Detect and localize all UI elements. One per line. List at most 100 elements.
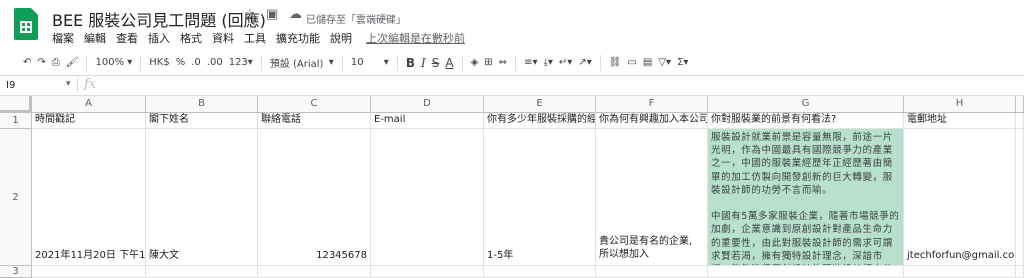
- italic-icon[interactable]: I: [418, 53, 429, 73]
- horizontal-align-icon[interactable]: ≡▾: [521, 53, 540, 73]
- text-rotation-icon[interactable]: ↗▾: [575, 53, 594, 73]
- name-box[interactable]: I9: [6, 80, 66, 91]
- empty-cell[interactable]: [371, 266, 484, 278]
- menu-file[interactable]: 檔案: [52, 30, 74, 46]
- menu-insert[interactable]: 插入: [148, 30, 170, 46]
- font-size-select[interactable]: 10 ▾: [348, 53, 392, 73]
- spreadsheet-grid: A B C D E F G H 1 時間戳記 閣下姓名 聯絡電話 E-mail …: [0, 96, 1024, 278]
- menu-help[interactable]: 說明: [330, 30, 352, 46]
- fill-color-icon[interactable]: ◈: [468, 53, 482, 73]
- column-header-d[interactable]: D: [371, 96, 484, 113]
- move-to-folder-icon[interactable]: ▣: [266, 7, 278, 22]
- cell-contact-email[interactable]: jtechforfun@gmail.com: [904, 129, 1016, 266]
- row-header-2[interactable]: 2: [0, 129, 32, 266]
- column-header-a[interactable]: A: [32, 96, 146, 113]
- more-formats-button[interactable]: 123 ▾: [226, 53, 256, 73]
- text-wrap-icon[interactable]: ↵▾: [556, 53, 575, 73]
- undo-icon[interactable]: ↶: [20, 53, 34, 73]
- merge-cells-icon[interactable]: ⇔: [496, 53, 510, 73]
- menu-extensions[interactable]: 擴充功能: [276, 30, 320, 46]
- text-color-icon[interactable]: A: [442, 53, 456, 73]
- empty-cell[interactable]: [32, 266, 146, 278]
- strikethrough-icon[interactable]: S: [429, 53, 443, 73]
- header-cell-reason[interactable]: 你為何有興趣加入本公司: [596, 113, 708, 129]
- empty-cell[interactable]: [708, 266, 904, 278]
- header-cell-experience[interactable]: 你有多少年服裝採購的經驗: [484, 113, 596, 129]
- column-header-i[interactable]: [1016, 96, 1024, 113]
- vertical-align-icon[interactable]: ⤓▾: [540, 53, 555, 73]
- column-header-h[interactable]: H: [904, 96, 1016, 113]
- header-cell-email[interactable]: E-mail: [371, 113, 484, 129]
- row-header-3[interactable]: 3: [0, 266, 32, 278]
- empty-cell[interactable]: [1016, 113, 1024, 129]
- zoom-value: 100%: [95, 57, 125, 68]
- header-cell-outlook[interactable]: 你對服裝業的前景有何看法?: [708, 113, 904, 129]
- insert-comment-icon[interactable]: ▭: [624, 53, 639, 73]
- column-header-f[interactable]: F: [596, 96, 708, 113]
- empty-cell[interactable]: [596, 266, 708, 278]
- column-header-b[interactable]: B: [146, 96, 258, 113]
- formula-divider: [77, 78, 78, 92]
- percent-format-button[interactable]: %: [173, 53, 189, 73]
- redo-icon[interactable]: ↷: [34, 53, 48, 73]
- borders-icon[interactable]: ⊞: [481, 53, 495, 73]
- menu-edit[interactable]: 編輯: [84, 30, 106, 46]
- empty-cell[interactable]: [1016, 266, 1024, 278]
- cell-experience[interactable]: 1-5年: [484, 129, 596, 266]
- toolbar: ↶ ↷ ⎙ 🖌︎ 100% ▾ HK$ % .0 .00 123 ▾ 預設 (Ar…: [0, 50, 1024, 76]
- title-bar: BEE 服裝公司見工問題 (回應) ☆ ▣ ☁ 已儲存至「雲端硬碟」 檔案 編輯…: [0, 0, 1024, 50]
- cell-timestamp-value: 2021年11月20日 下午11:: [35, 250, 146, 261]
- insert-chart-icon[interactable]: ▤: [640, 53, 655, 73]
- menu-view[interactable]: 查看: [116, 30, 138, 46]
- functions-icon[interactable]: Σ▾: [674, 53, 691, 73]
- empty-cell[interactable]: [904, 266, 1016, 278]
- print-icon[interactable]: ⎙: [49, 53, 63, 73]
- insert-link-icon[interactable]: ⛓: [606, 53, 625, 73]
- decrease-decimal-button[interactable]: .0: [188, 53, 204, 73]
- column-header-c[interactable]: C: [258, 96, 371, 113]
- row-header-1[interactable]: 1: [0, 113, 32, 129]
- bold-icon[interactable]: B: [403, 53, 418, 73]
- formula-bar: I9 ▾ fx: [0, 76, 1024, 96]
- empty-cell[interactable]: [258, 266, 371, 278]
- header-cell-timestamp[interactable]: 時間戳記: [32, 113, 146, 129]
- increase-decimal-button[interactable]: .00: [204, 53, 226, 73]
- cell-name-value: 陳大文: [149, 250, 179, 261]
- cell-name[interactable]: 陳大文: [146, 129, 258, 266]
- saved-status: 已儲存至「雲端硬碟」: [306, 15, 406, 26]
- empty-cell[interactable]: [146, 266, 258, 278]
- font-value: 預設 (Arial): [269, 59, 324, 70]
- document-title[interactable]: BEE 服裝公司見工問題 (回應): [52, 7, 266, 31]
- cell-email[interactable]: [371, 129, 484, 266]
- star-icon[interactable]: ☆: [244, 7, 256, 22]
- sheets-logo-icon[interactable]: [14, 8, 38, 40]
- name-box-dropdown-icon[interactable]: ▾: [66, 79, 71, 89]
- cell-contact-email-value: jtechforfun@gmail.com: [907, 250, 1016, 261]
- cell-timestamp[interactable]: 2021年11月20日 下午11:: [32, 129, 146, 266]
- header-cell-contact-email[interactable]: 電郵地址: [904, 113, 1016, 129]
- header-cell-name[interactable]: 閣下姓名: [146, 113, 258, 129]
- empty-cell[interactable]: [484, 266, 596, 278]
- menu-data[interactable]: 資料: [212, 30, 234, 46]
- menu-tools[interactable]: 工具: [244, 30, 266, 46]
- cell-phone[interactable]: 12345678: [258, 129, 371, 266]
- cell-reason[interactable]: 貴公司是有名的企業, 所以想加入: [596, 129, 708, 266]
- cell-outlook[interactable]: 服裝設計就業前景是容量無限，前途一片光明，作為中國最具有國際競爭力的產業之一，中…: [708, 129, 904, 266]
- empty-cell[interactable]: [1016, 129, 1024, 266]
- last-edit-link[interactable]: 上次編輯是在數秒前: [366, 30, 465, 46]
- column-header-e[interactable]: E: [484, 96, 596, 113]
- column-header-g[interactable]: G: [708, 96, 904, 113]
- paint-format-icon[interactable]: 🖌︎: [63, 53, 82, 73]
- fx-icon: fx: [84, 77, 97, 92]
- cloud-done-icon[interactable]: ☁: [289, 7, 302, 22]
- cell-outlook-value: 服裝設計就業前景是容量無限，前途一片光明，作為中國最具有國際競爭力的產業之一，中…: [708, 129, 903, 265]
- header-cell-phone[interactable]: 聯絡電話: [258, 113, 371, 129]
- select-all-corner[interactable]: [0, 96, 32, 113]
- menu-format[interactable]: 格式: [180, 30, 202, 46]
- zoom-select[interactable]: 100% ▾: [92, 53, 135, 73]
- cell-experience-value: 1-5年: [487, 250, 514, 261]
- currency-format-button[interactable]: HK$: [146, 53, 172, 73]
- cell-phone-value: 12345678: [316, 250, 367, 261]
- font-select[interactable]: 預設 (Arial) ▾: [267, 53, 337, 73]
- filter-icon[interactable]: ▽▾: [655, 53, 674, 73]
